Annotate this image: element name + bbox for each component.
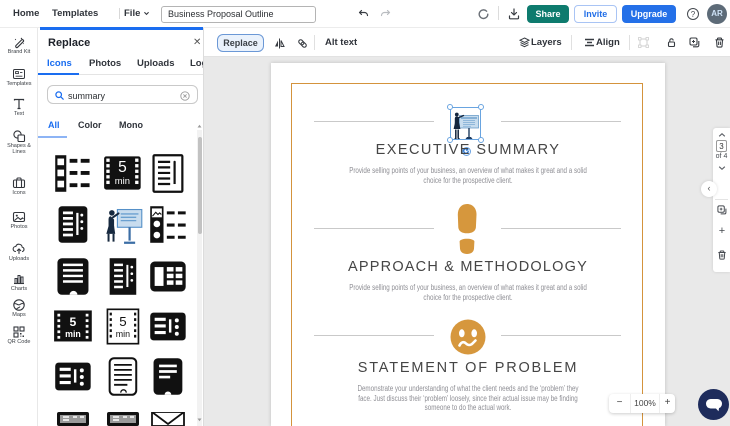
svg-text:5: 5 (70, 315, 77, 329)
svg-text:min: min (116, 329, 130, 339)
svg-text:5: 5 (119, 314, 126, 329)
svg-text:5: 5 (118, 159, 127, 176)
svg-text:min: min (65, 329, 81, 339)
svg-text:min: min (115, 175, 130, 186)
